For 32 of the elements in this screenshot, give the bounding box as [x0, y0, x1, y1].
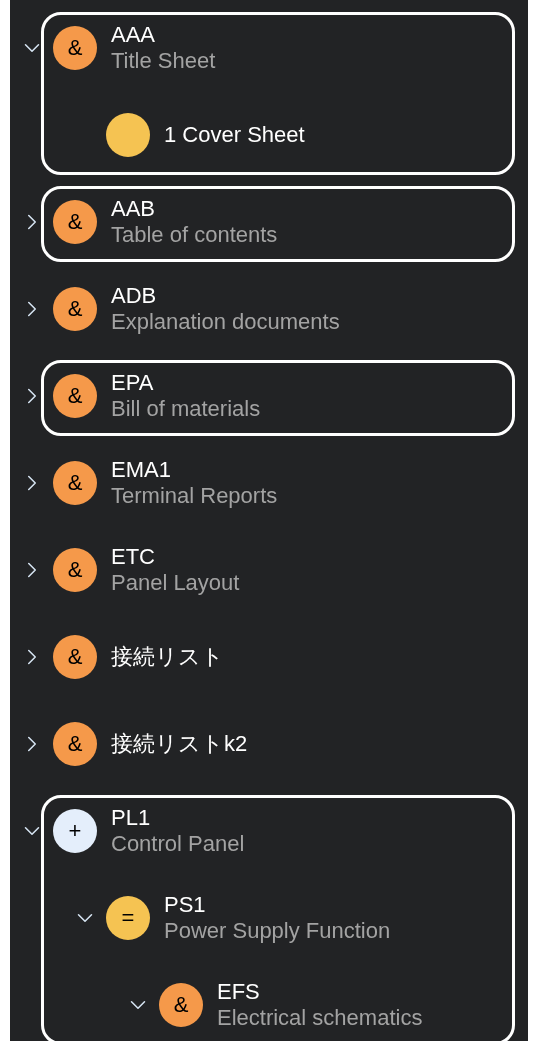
item-icon: &: [53, 373, 97, 418]
item-label[interactable]: 接続リストk2: [111, 730, 248, 757]
item-icon: =: [106, 895, 150, 940]
item-label[interactable]: EPA: [111, 369, 261, 396]
item-icon: &: [159, 982, 203, 1027]
item-label[interactable]: AAB: [111, 195, 278, 222]
item-subtitle: Explanation documents: [111, 308, 340, 335]
item-subtitle: Terminal Reports: [111, 482, 278, 509]
item-label[interactable]: AAA: [111, 21, 216, 48]
item-label[interactable]: 接続リスト: [111, 643, 224, 670]
item-label[interactable]: EFS: [217, 978, 423, 1005]
item-subtitle: Control Panel: [111, 830, 245, 857]
item-label[interactable]: ETC: [111, 543, 240, 570]
item-subtitle: Panel Layout: [111, 569, 240, 596]
item-subtitle: Power Supply Function: [164, 917, 391, 944]
item-label[interactable]: ADB: [111, 282, 340, 309]
item-label[interactable]: 1 Cover Sheet: [164, 121, 305, 148]
item-subtitle: Electrical schematics: [217, 1004, 423, 1031]
item-icon: &: [53, 286, 97, 331]
item-label[interactable]: PS1: [164, 891, 391, 918]
item-subtitle: Bill of materials: [111, 395, 261, 422]
item-label[interactable]: EMA1: [111, 456, 278, 483]
item-icon: &: [53, 634, 97, 679]
item-icon: &: [53, 25, 97, 70]
item-label[interactable]: PL1: [111, 804, 245, 831]
item-icon: &: [53, 199, 97, 244]
item-icon: +: [53, 808, 97, 853]
item-icon: &: [53, 460, 97, 505]
item-subtitle: Table of contents: [111, 221, 278, 248]
item-icon: &: [53, 547, 97, 592]
item-icon: &: [53, 721, 97, 766]
item-subtitle: Title Sheet: [111, 47, 216, 74]
